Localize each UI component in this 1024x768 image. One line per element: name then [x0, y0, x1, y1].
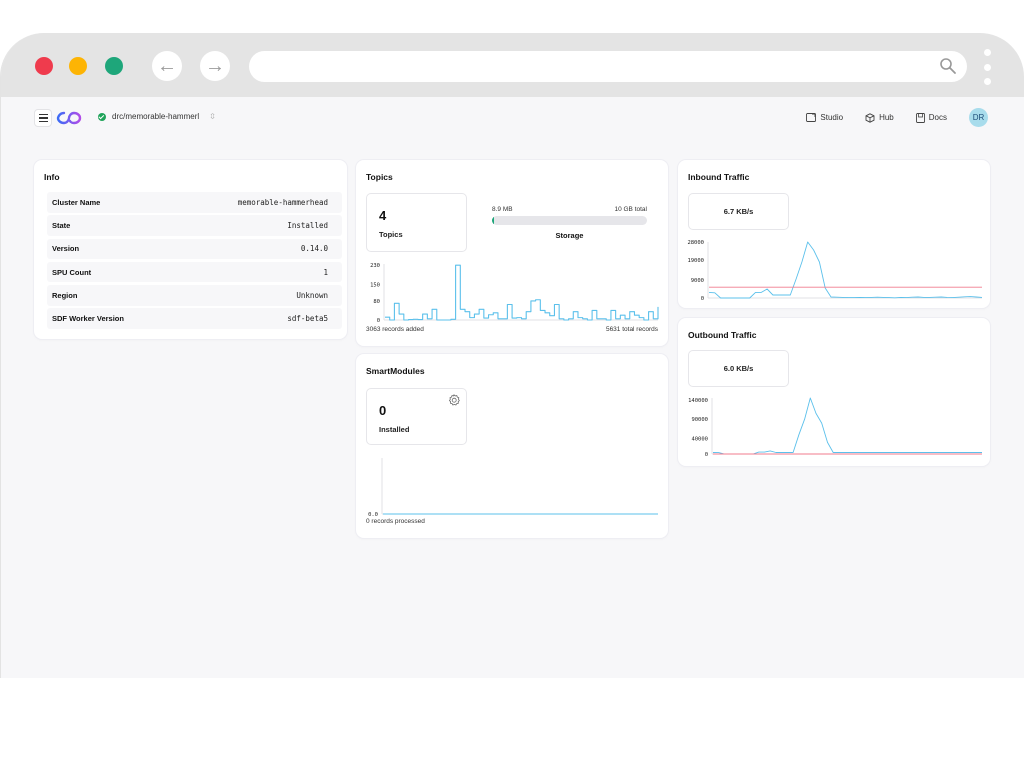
topics-records-chart: 230 150 80 0	[370, 263, 659, 324]
info-row: SPU Count 1	[47, 261, 342, 283]
docs-link[interactable]: Docs	[915, 112, 947, 123]
storage-progress-bar	[492, 216, 647, 225]
info-row: State Installed	[47, 215, 342, 236]
info-row: Cluster Name memorable-hammerhead	[47, 192, 342, 213]
docs-label: Docs	[928, 113, 947, 122]
arrow-right-icon: →	[205, 54, 225, 77]
outbound-traffic-card: Outbound Traffic 6.0 KB/s 140000 90000 400…	[678, 318, 990, 466]
info-value: memorable-hammerhead	[237, 197, 328, 207]
info-title: Info	[44, 172, 60, 182]
minimize-window-button[interactable]	[69, 57, 87, 75]
cluster-name: drc/memorable-hammerl	[112, 112, 200, 121]
topics-count-box[interactable]: 4 Topics	[366, 193, 467, 252]
info-table: Cluster Name memorable-hammerhead State Ins…	[47, 192, 342, 332]
search-icon[interactable]	[939, 57, 957, 75]
info-key: SDF Worker Version	[52, 314, 124, 324]
topics-title: Topics	[366, 172, 393, 182]
address-bar[interactable]	[249, 51, 967, 82]
y-tick-label: 40000	[691, 437, 708, 443]
smartmodules-records-chart: 0.0	[368, 458, 658, 518]
series-line-traffic	[708, 241, 983, 299]
topics-card: Topics 4 Topics 8.9 MB 10 GB total Stora…	[356, 160, 668, 346]
browser-chrome: ← →	[1, 33, 1024, 97]
inbound-rate-box: 6.7 KB/s	[688, 193, 789, 230]
storage-used: 8.9 MB	[492, 206, 513, 213]
info-key: SPU Count	[52, 267, 92, 277]
cluster-selector[interactable]: drc/memorable-hammerl ⇳	[98, 112, 216, 121]
info-key: State	[52, 221, 71, 231]
cluster-status-icon	[98, 112, 106, 121]
topics-count: 4	[379, 208, 387, 223]
close-window-button[interactable]	[35, 57, 53, 75]
studio-link[interactable]: Studio	[806, 113, 843, 122]
records-processed: 0 records processed	[366, 518, 425, 525]
smartmodules-card: SmartModules 0 Installed 0.0 0 records p…	[356, 354, 668, 538]
y-tick-label: 0	[377, 318, 380, 324]
info-card: Info Cluster Name memorable-hammerhead Sta…	[34, 160, 347, 339]
gear-icon[interactable]	[448, 394, 460, 406]
info-value: Unknown	[296, 290, 328, 300]
outbound-traffic-chart: 140000 90000 40000 0	[688, 397, 982, 458]
inbound-traffic-chart: 28000 19000 9000 0	[687, 240, 983, 302]
records-added: 3063 records added	[366, 326, 424, 333]
info-key: Region	[52, 290, 78, 300]
y-tick-label: 80	[373, 299, 380, 305]
y-tick-label: 28000	[687, 240, 704, 246]
y-tick-label: 19000	[687, 258, 704, 264]
series-line-records	[385, 264, 659, 321]
app-header: drc/memorable-hammerl ⇳ Studio Hub Docs …	[1, 97, 1024, 141]
smartmodules-count: 0	[379, 403, 387, 418]
hamburger-menu-button[interactable]	[34, 109, 52, 127]
y-tick-label: 150	[370, 282, 380, 288]
hub-link[interactable]: Hub	[865, 112, 894, 123]
info-value: 0.14.0	[300, 244, 328, 254]
info-row: Version 0.14.0	[47, 238, 342, 260]
arrow-left-icon: ←	[157, 54, 177, 77]
storage-meter: 8.9 MB 10 GB total Storage	[492, 206, 647, 240]
inbound-rate: 6.7 KB/s	[723, 207, 754, 216]
info-value: 1	[323, 267, 328, 277]
info-key: Cluster Name	[52, 197, 101, 207]
outbound-rate-box: 6.0 KB/s	[688, 350, 789, 387]
info-value: sdf-beta5	[287, 314, 328, 324]
topics-count-label: Topics	[379, 230, 403, 239]
browser-menu-button[interactable]	[983, 49, 991, 85]
outbound-rate: 6.0 KB/s	[723, 364, 754, 373]
storage-total: 10 GB total	[614, 206, 647, 213]
inbound-title: Inbound Traffic	[688, 172, 750, 182]
series-line-traffic	[712, 397, 982, 455]
package-icon	[865, 112, 875, 123]
info-row: SDF Worker Version sdf-beta5	[47, 308, 342, 329]
smartmodules-count-box[interactable]: 0 Installed	[366, 388, 467, 445]
storage-label: Storage	[555, 231, 584, 240]
maximize-window-button[interactable]	[105, 57, 123, 75]
y-tick-label: 140000	[688, 398, 708, 404]
y-tick-label: 0	[701, 296, 704, 302]
y-tick-label: 90000	[691, 417, 708, 423]
info-key: Version	[52, 244, 80, 254]
studio-icon	[806, 113, 817, 122]
info-value: Installed	[287, 221, 328, 231]
forward-button[interactable]: →	[200, 51, 230, 81]
user-avatar[interactable]: DR	[969, 108, 988, 127]
studio-label: Studio	[820, 113, 844, 122]
hub-label: Hub	[879, 113, 894, 122]
smartmodules-title: SmartModules	[366, 366, 425, 376]
book-icon	[915, 112, 925, 123]
info-row: Region Unknown	[47, 285, 342, 306]
total-records: 5631 total records	[605, 326, 658, 333]
smartmodules-count-label: Installed	[379, 425, 410, 434]
outbound-title: Outbound Traffic	[688, 330, 757, 340]
storage-progress-fill	[492, 216, 494, 225]
infinity-logo-icon[interactable]	[56, 110, 82, 126]
y-tick-label: 9000	[691, 278, 704, 284]
y-tick-label: 230	[370, 263, 380, 269]
back-button[interactable]: ←	[152, 51, 182, 81]
inbound-traffic-card: Inbound Traffic 6.7 KB/s 28000 19000 9000 0	[678, 160, 990, 308]
chevron-up-down-icon: ⇳	[209, 111, 216, 121]
y-tick-label: 0	[705, 452, 708, 458]
